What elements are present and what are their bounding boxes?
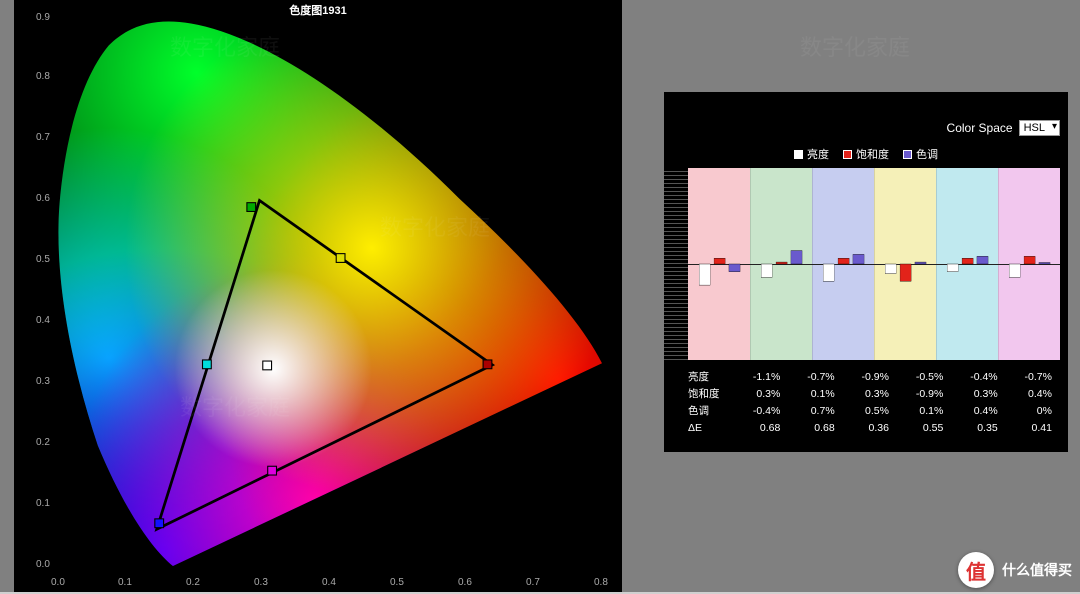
table-cell: 0.4% (1006, 388, 1060, 400)
hsl-legend: 亮度 饱和度 色调 (664, 146, 1068, 162)
table-cell: 0.5% (843, 405, 897, 417)
table-cell: 0.68 (734, 422, 788, 434)
y-tick: 0.5 (36, 254, 50, 265)
table-cell: 0.55 (897, 422, 951, 434)
x-tick: 0.5 (390, 577, 404, 588)
table-cell: 0% (1006, 405, 1060, 417)
table-cell: -0.7% (788, 371, 842, 383)
table-cell: -0.4% (951, 371, 1005, 383)
y-tick: 0.6 (36, 193, 50, 204)
table-cell: 0.68 (788, 422, 842, 434)
hsl-panel: Color Space HSL 亮度 饱和度 色调 亮度-1.1%-0.7%-0… (664, 92, 1068, 452)
table-cell: -0.4% (734, 405, 788, 417)
table-cell: 0.36 (843, 422, 897, 434)
watermark: 数字化家庭 (800, 30, 910, 62)
x-tick: 0.2 (186, 577, 200, 588)
table-cell: -0.7% (1006, 371, 1060, 383)
legend-hue-icon (903, 150, 912, 159)
cie-chromaticity-panel: 色度图1931 (14, 0, 622, 594)
table-cell: 0.7% (788, 405, 842, 417)
cie-chromaticity-plot (54, 18, 602, 566)
x-tick: 0.8 (594, 577, 608, 588)
hsl-bar-chart (688, 168, 1060, 360)
table-cell: -0.9% (843, 371, 897, 383)
y-tick: 0.4 (36, 315, 50, 326)
hsl-table: 亮度-1.1%-0.7%-0.9%-0.5%-0.4%-0.7% 饱和度0.3%… (688, 368, 1060, 436)
brand-badge: 值 什么值得买 (958, 552, 1072, 588)
y-tick: 0.2 (36, 437, 50, 448)
table-cell: 0.35 (951, 422, 1005, 434)
table-cell: 0.41 (1006, 422, 1060, 434)
y-tick: 0.8 (36, 71, 50, 82)
x-tick: 0.4 (322, 577, 336, 588)
y-tick: 0.3 (36, 376, 50, 387)
color-space-label: Color Space (947, 121, 1013, 135)
table-cell: 0.3% (951, 388, 1005, 400)
x-tick: 0.7 (526, 577, 540, 588)
table-cell: 0.1% (788, 388, 842, 400)
legend-saturation-label: 饱和度 (856, 146, 889, 162)
table-cell: -0.9% (897, 388, 951, 400)
y-tick: 0.7 (36, 132, 50, 143)
y-tick: 0.9 (36, 12, 50, 23)
x-tick: 0.3 (254, 577, 268, 588)
hsl-bars-svg (688, 168, 1060, 360)
color-space-select[interactable]: HSL (1019, 120, 1060, 136)
row-label-saturation: 饱和度 (688, 386, 734, 401)
table-cell: -1.1% (734, 371, 788, 383)
legend-brightness-label: 亮度 (807, 146, 829, 162)
brand-text: 什么值得买 (1002, 560, 1072, 580)
brand-icon: 值 (958, 552, 994, 588)
table-cell: -0.5% (897, 371, 951, 383)
legend-brightness-icon (794, 150, 803, 159)
y-axis-hatch (664, 168, 688, 360)
x-tick: 0.6 (458, 577, 472, 588)
cie-title: 色度图1931 (14, 2, 622, 18)
legend-hue-label: 色调 (916, 146, 938, 162)
row-label-hue: 色调 (688, 403, 734, 418)
table-cell: 0.3% (734, 388, 788, 400)
legend-saturation-icon (843, 150, 852, 159)
table-cell: 0.3% (843, 388, 897, 400)
row-label-deltae: ΔE (688, 422, 734, 434)
y-tick: 0.1 (36, 498, 50, 509)
table-cell: 0.4% (951, 405, 1005, 417)
x-tick: 0.1 (118, 577, 132, 588)
y-tick: 0.0 (36, 559, 50, 570)
row-label-brightness: 亮度 (688, 369, 734, 384)
table-cell: 0.1% (897, 405, 951, 417)
x-tick: 0.0 (51, 577, 65, 588)
